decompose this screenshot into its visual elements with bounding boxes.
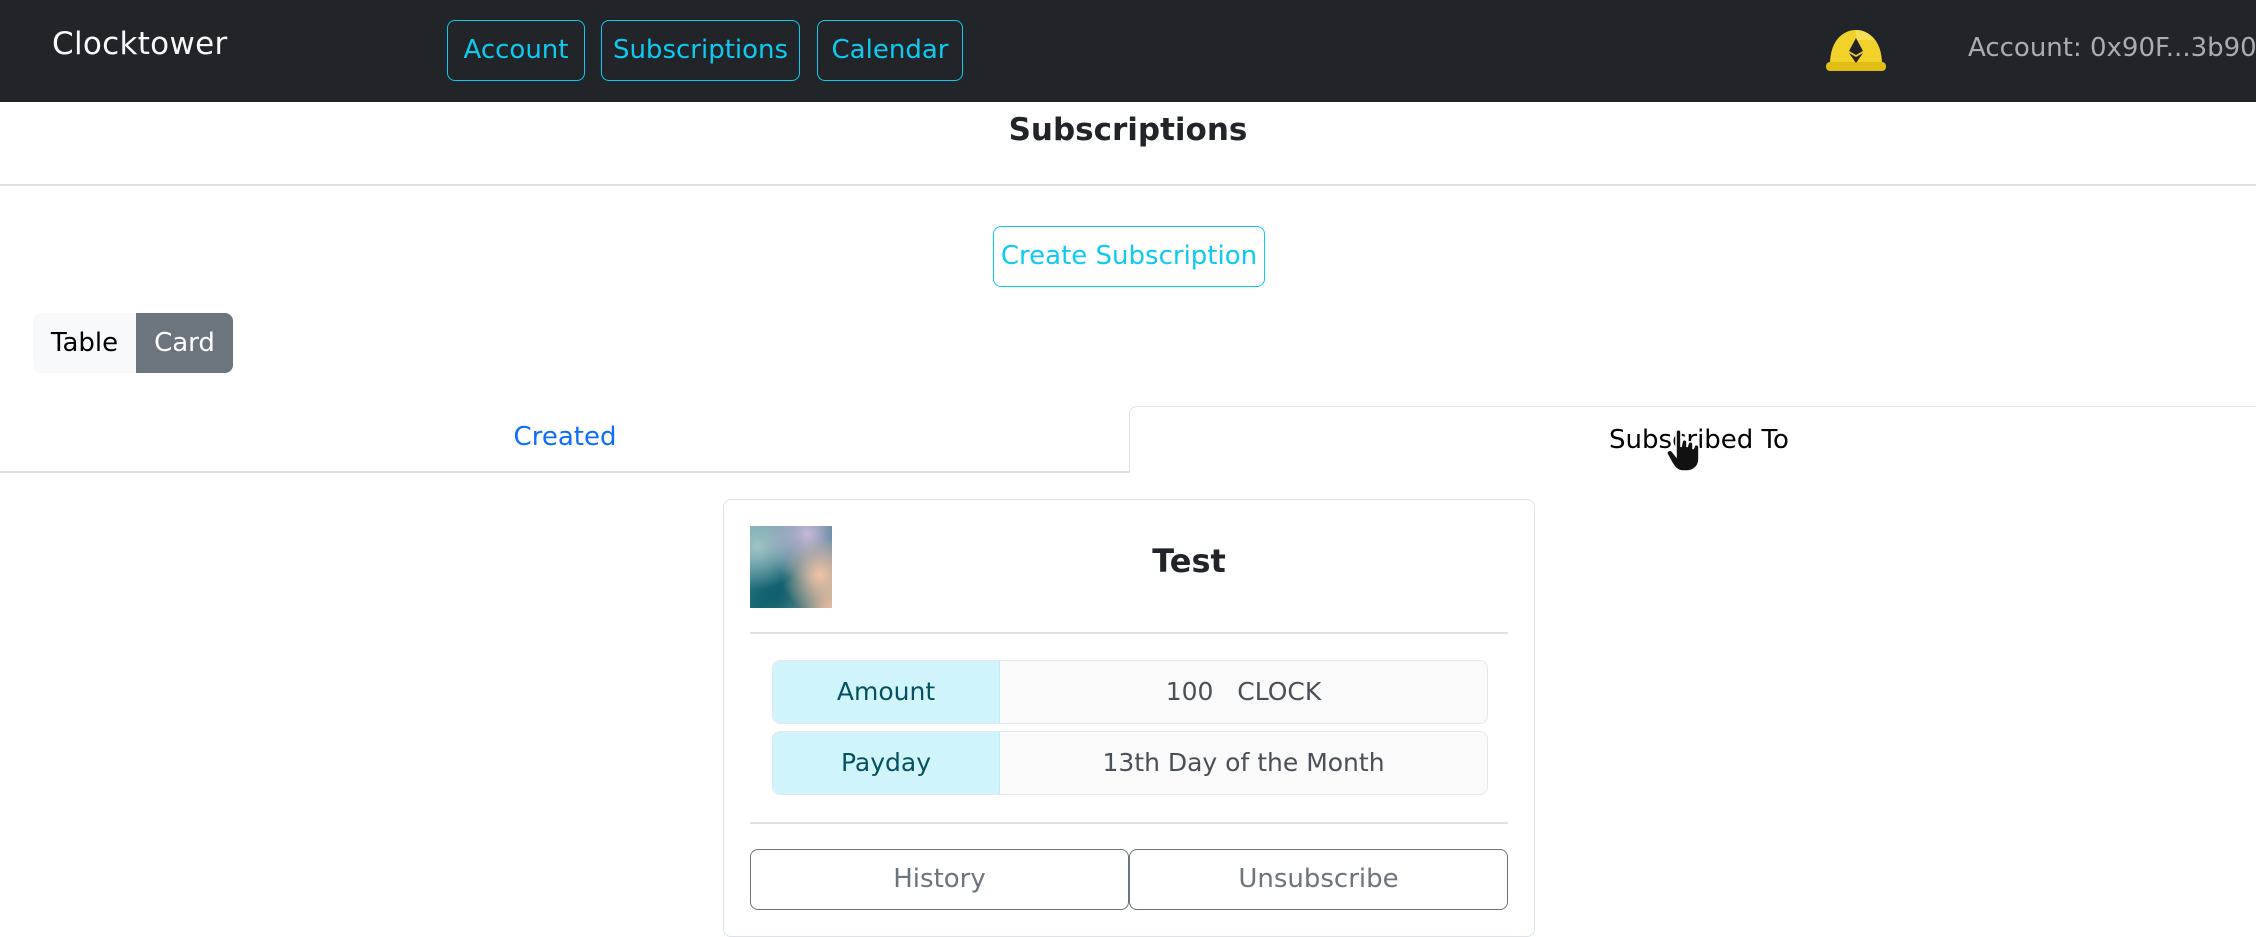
divider [0,184,2256,186]
brand-logo-text[interactable]: Clocktower [52,26,228,62]
payday-row: Payday 13th Day of the Month [772,731,1488,795]
payday-value: 13th Day of the Month [1000,732,1487,794]
ethereum-helmet-icon[interactable] [1824,28,1888,74]
subscription-avatar [750,526,832,608]
account-address: Account: 0x90F...3b906 [1968,33,2256,63]
tabs-divider [0,471,1130,473]
nav-calendar-button[interactable]: Calendar [817,20,963,81]
view-toggle: Table Card [33,313,233,373]
hand-pointer-cursor-icon [1666,428,1700,472]
history-button[interactable]: History [750,849,1129,910]
toggle-table-button[interactable]: Table [33,313,136,373]
unsubscribe-button[interactable]: Unsubscribe [1129,849,1508,910]
amount-row: Amount 100 CLOCK [772,660,1488,724]
create-subscription-button[interactable]: Create Subscription [993,226,1265,287]
amount-value: 100 CLOCK [1000,661,1487,723]
toggle-card-button[interactable]: Card [136,313,233,373]
page-title: Subscriptions [1008,112,1248,148]
amount-label: Amount [773,661,1000,723]
payday-label: Payday [773,732,1000,794]
subscription-card: Test Amount 100 CLOCK Payday 13th Day of… [723,499,1535,937]
tab-created[interactable]: Created [0,422,1130,452]
nav-account-button[interactable]: Account [447,20,585,81]
divider [750,822,1508,824]
navbar: Clocktower Account Subscriptions Calenda… [0,0,2256,102]
divider [750,632,1508,634]
nav-subscriptions-button[interactable]: Subscriptions [601,20,800,81]
subscription-title: Test [1152,542,1226,580]
